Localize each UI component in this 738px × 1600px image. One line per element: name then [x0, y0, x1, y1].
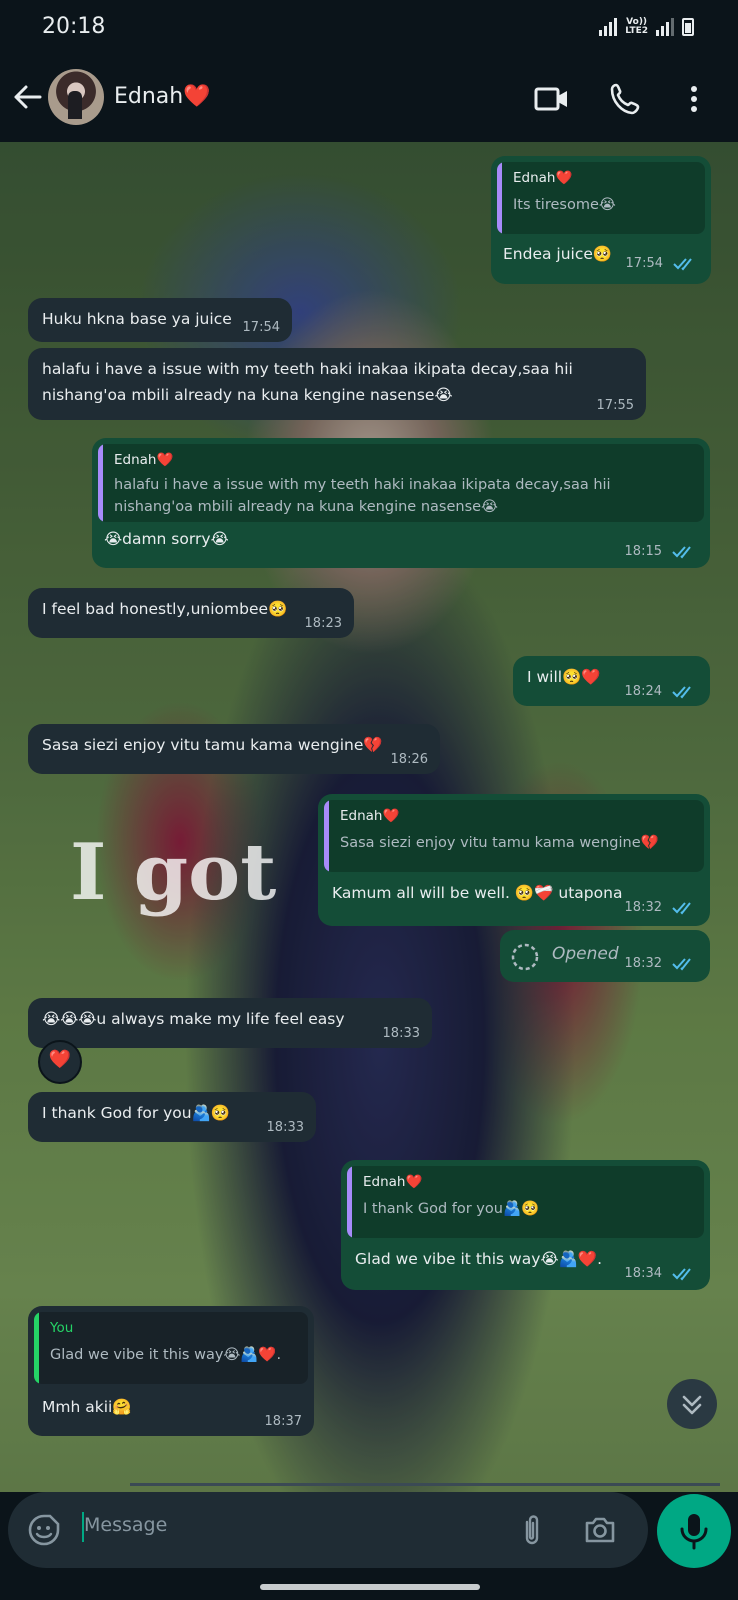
message-reaction[interactable]: ❤️ [38, 1040, 82, 1084]
quoted-message[interactable]: You Glad we vibe it this way😭🫂❤️. [34, 1312, 308, 1384]
message-meta: 18:32 [625, 900, 698, 915]
message-bubble-outgoing[interactable]: Ednah❤️ I thank God for you🫂🥺 Glad we vi… [341, 1160, 710, 1290]
message-text: 😭damn sorry😭 [104, 530, 229, 548]
home-indicator[interactable] [260, 1584, 480, 1590]
quoted-message[interactable]: Ednah❤️ Sasa siezi enjoy vitu tamu kama … [324, 800, 704, 872]
message-time: 17:55 [596, 398, 634, 413]
contact-avatar[interactable] [48, 69, 104, 125]
message-text: Glad we vibe it this way😭🫂❤️. [355, 1250, 603, 1268]
quoted-sender: Ednah❤️ [363, 1174, 423, 1190]
quoted-sender: Ednah❤️ [114, 452, 174, 468]
message-bubble-outgoing[interactable]: I will🥺❤️ 18:24 [513, 656, 710, 706]
message-time: 18:32 [624, 900, 662, 915]
message-text: halafu i have a issue with my teeth haki… [42, 360, 573, 404]
message-bubble-incoming[interactable]: I feel bad honestly,uniombee🥺 18:23 [28, 588, 354, 638]
message-field[interactable]: Message [8, 1492, 648, 1568]
quoted-message[interactable]: Ednah❤️ I thank God for you🫂🥺 [347, 1166, 704, 1238]
message-bubble-incoming[interactable]: I thank God for you🫂🥺 18:33 [28, 1092, 316, 1142]
wallpaper-text: I got [70, 827, 277, 918]
reaction-emoji: ❤️ [48, 1049, 72, 1070]
quoted-text: Glad we vibe it this way😭🫂❤️. [50, 1347, 282, 1363]
message-meta: 18:32 [625, 956, 698, 971]
view-once-label: Opened [552, 944, 619, 964]
back-arrow-icon[interactable] [10, 80, 44, 114]
message-time: 17:54 [242, 320, 280, 335]
attach-icon[interactable] [516, 1512, 548, 1548]
battery-icon [682, 18, 694, 36]
video-call-icon[interactable] [533, 80, 571, 118]
message-text: Kamum all will be well. 🥺❤️‍🩹 utapona [332, 884, 623, 902]
message-time: 18:33 [266, 1120, 304, 1135]
status-time: 20:18 [42, 14, 106, 39]
quoted-sender: Ednah❤️ [340, 808, 400, 824]
divider [130, 1483, 720, 1486]
quoted-text: Its tiresome😭 [513, 197, 616, 213]
message-bubble-incoming[interactable]: You Glad we vibe it this way😭🫂❤️. Mmh ak… [28, 1306, 314, 1436]
message-text: Huku hkna base ya juice [42, 310, 232, 328]
quoted-sender: You [50, 1320, 74, 1336]
message-text: 😭😭😭u always make my life feel easy [42, 1010, 345, 1028]
read-receipt-icon [672, 1267, 691, 1280]
read-receipt-icon [672, 685, 691, 698]
message-meta: 18:24 [625, 684, 698, 699]
status-icons: Vo)) LTE2 [599, 18, 694, 36]
quoted-message[interactable]: Ednah❤️ halafu i have a issue with my te… [98, 444, 704, 522]
sticker-icon[interactable] [26, 1512, 62, 1548]
message-time: 18:26 [390, 752, 428, 767]
message-time: 18:32 [624, 956, 662, 971]
view-once-icon [511, 943, 539, 971]
view-once-message[interactable]: Opened 18:32 [500, 930, 710, 982]
message-bubble-incoming[interactable]: 😭😭😭u always make my life feel easy 18:33 [28, 998, 432, 1048]
message-time: 18:33 [382, 1026, 420, 1041]
message-bubble-outgoing[interactable]: Ednah❤️ Its tiresome😭 Endea juice🥺 17:54 [491, 156, 711, 284]
message-bubble-outgoing[interactable]: Ednah❤️ halafu i have a issue with my te… [92, 438, 710, 568]
message-time: 17:54 [625, 256, 663, 271]
read-receipt-icon [672, 901, 691, 914]
message-bubble-incoming[interactable]: halafu i have a issue with my teeth haki… [28, 348, 646, 420]
message-text: I feel bad honestly,uniombee🥺 [42, 600, 288, 618]
message-bubble-incoming[interactable]: Sasa siezi enjoy vitu tamu kama wengine💔… [28, 724, 440, 774]
message-bubble-outgoing[interactable]: Ednah❤️ Sasa siezi enjoy vitu tamu kama … [318, 794, 710, 926]
message-text: I thank God for you🫂🥺 [42, 1104, 231, 1122]
message-meta: 17:54 [626, 256, 699, 271]
message-text: Mmh akii🤗 [42, 1398, 132, 1416]
quoted-text: Sasa siezi enjoy vitu tamu kama wengine💔 [340, 835, 659, 851]
message-placeholder[interactable]: Message [84, 1514, 167, 1536]
message-meta: 18:15 [625, 544, 698, 559]
camera-icon[interactable] [582, 1512, 618, 1548]
quoted-text: halafu i have a issue with my teeth haki… [114, 477, 611, 515]
more-options-icon[interactable] [684, 80, 704, 118]
message-time: 18:23 [304, 616, 342, 631]
contact-name[interactable]: Ednah❤️ [114, 84, 211, 109]
read-receipt-icon [673, 257, 692, 270]
message-text: Endea juice🥺 [503, 245, 613, 263]
microphone-icon [680, 1514, 708, 1550]
read-receipt-icon [672, 957, 691, 970]
chat-area[interactable]: I got Ednah❤️ Its tiresome😭 Endea juice🥺… [0, 142, 738, 1492]
chat-header: Ednah❤️ [0, 60, 738, 142]
network-label: LTE2 [625, 26, 648, 36]
message-time: 18:24 [624, 684, 662, 699]
signal-icon-2 [656, 18, 674, 36]
voice-message-button[interactable] [657, 1494, 731, 1568]
status-bar: 20:18 Vo)) LTE2 [0, 0, 738, 60]
message-text: Sasa siezi enjoy vitu tamu kama wengine💔 [42, 736, 383, 754]
volte-indicator: Vo)) LTE2 [625, 18, 648, 36]
double-chevron-down-icon [682, 1395, 702, 1415]
message-time: 18:34 [624, 1266, 662, 1281]
message-text: I will🥺❤️ [527, 668, 601, 686]
message-time: 18:15 [624, 544, 662, 559]
message-meta: 18:34 [625, 1266, 698, 1281]
quoted-sender: Ednah❤️ [513, 170, 573, 186]
quoted-text: I thank God for you🫂🥺 [363, 1201, 540, 1217]
voice-call-icon[interactable] [606, 80, 644, 118]
message-time: 18:37 [264, 1414, 302, 1429]
message-bubble-incoming[interactable]: Huku hkna base ya juice 17:54 [28, 298, 292, 342]
message-input-bar: Message [0, 1492, 738, 1600]
scroll-to-bottom-button[interactable] [667, 1379, 717, 1429]
quoted-message[interactable]: Ednah❤️ Its tiresome😭 [497, 162, 705, 234]
read-receipt-icon [672, 545, 691, 558]
signal-icon [599, 18, 618, 36]
